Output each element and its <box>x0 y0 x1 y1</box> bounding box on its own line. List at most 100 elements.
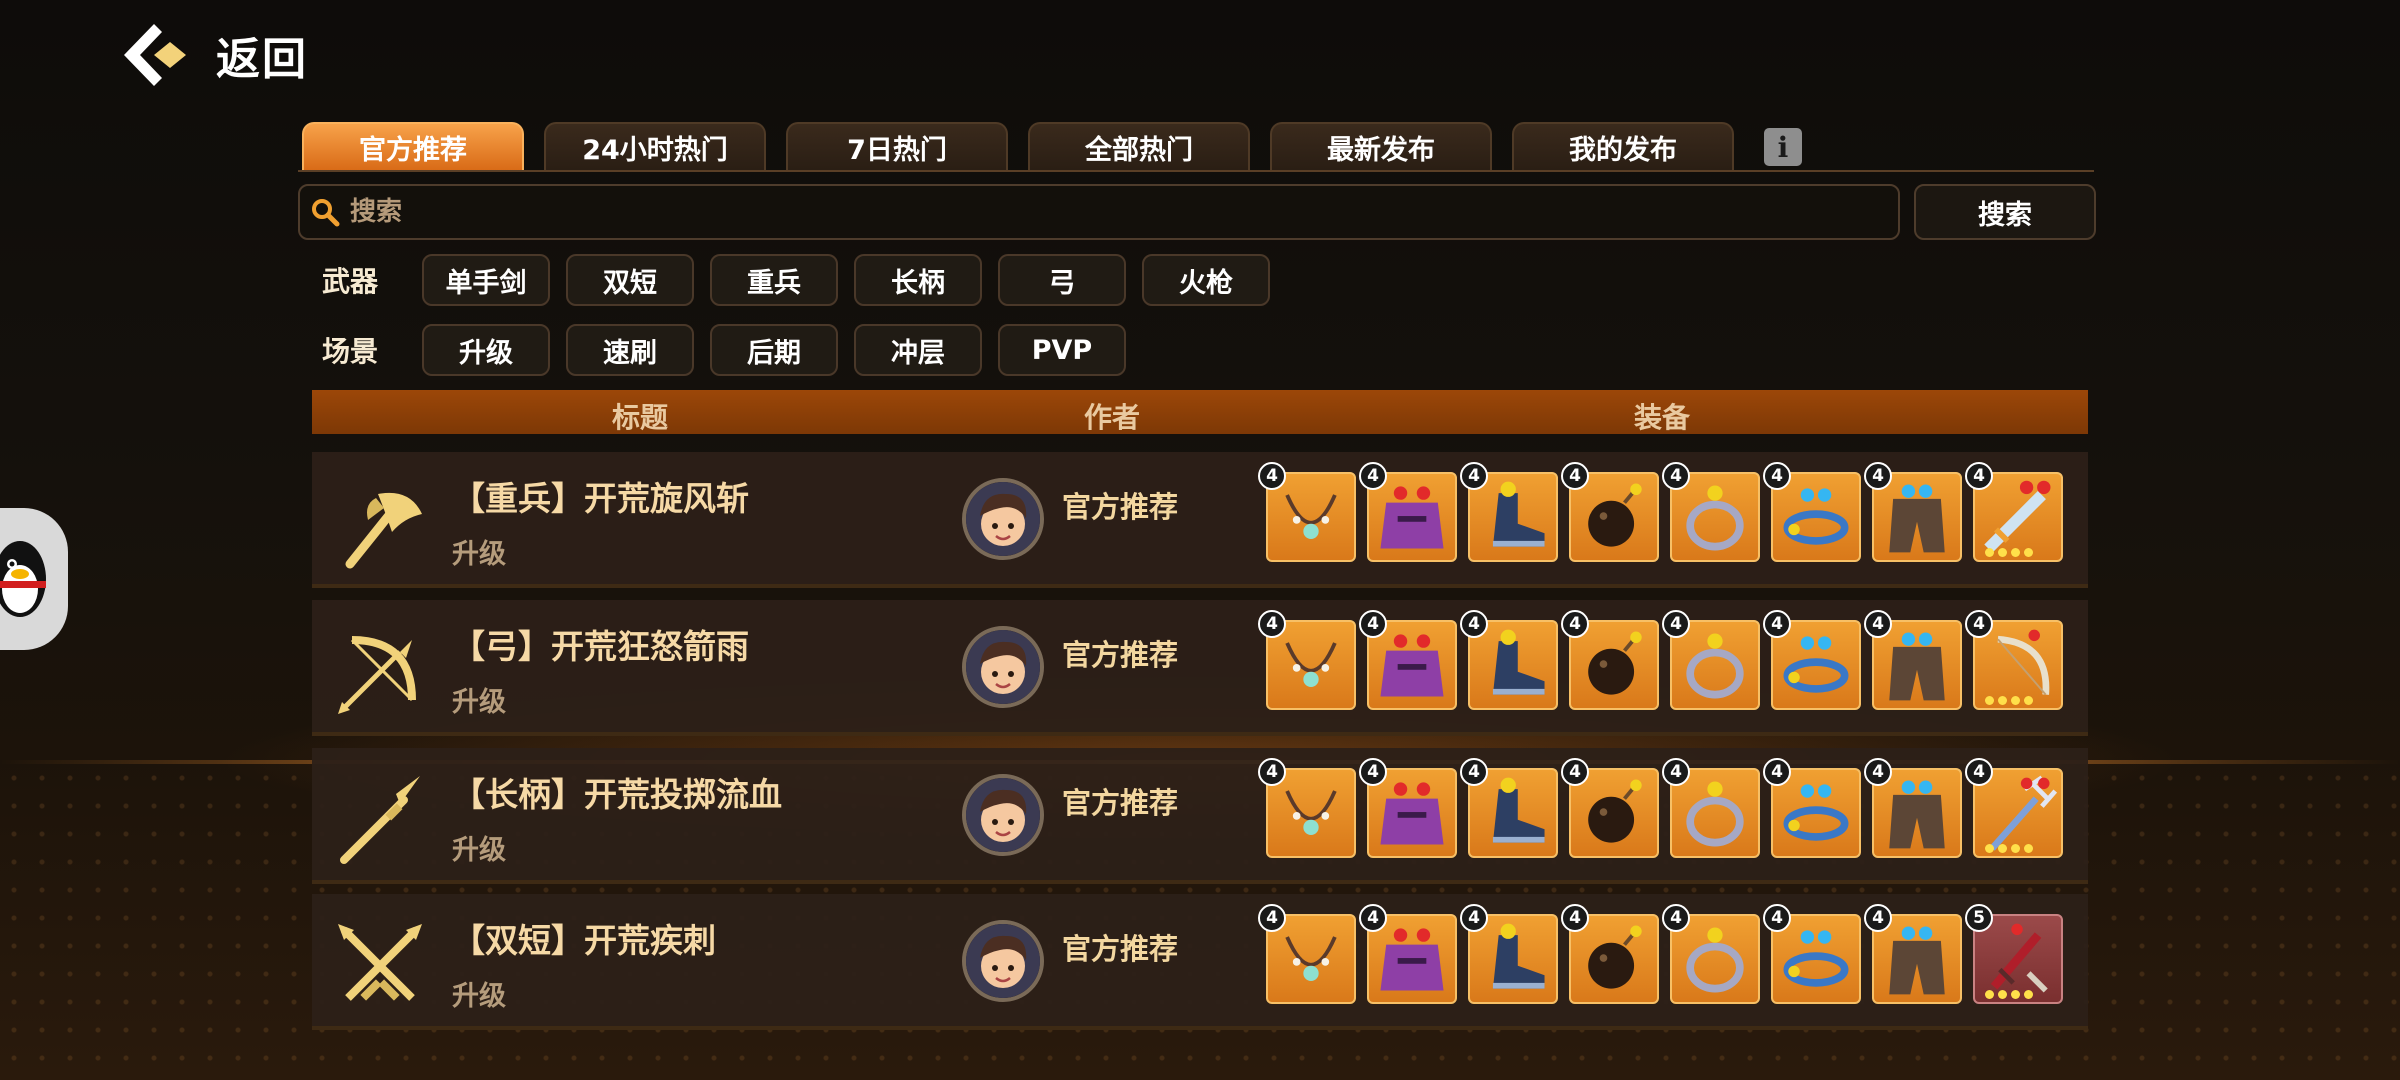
qq-float-button[interactable] <box>0 508 68 650</box>
cape-icon <box>1380 782 1444 845</box>
tab-all-hot[interactable]: 全部热门 <box>1028 122 1250 170</box>
equip-slot[interactable]: 4 <box>1258 610 1356 710</box>
build-tag: 升级 <box>452 981 506 1012</box>
weapon-filter-label: 武器 <box>322 265 379 298</box>
tab-latest[interactable]: 最新发布 <box>1270 122 1492 170</box>
equip-level-badge: 4 <box>1561 462 1589 490</box>
equip-slot[interactable]: 4 <box>1662 904 1760 1004</box>
boot-icon <box>1492 923 1545 989</box>
weapon-filter-one-hand-sword[interactable]: 单手剑 <box>422 254 550 306</box>
equip-slot[interactable]: 4 <box>1965 610 2063 710</box>
tab-my-posts[interactable]: 我的发布 <box>1512 122 1734 170</box>
bomb-icon <box>1588 631 1642 695</box>
equip-slot[interactable]: 4 <box>1561 904 1659 1004</box>
equip-slot[interactable]: 4 <box>1561 610 1659 710</box>
star-dots <box>1985 844 2037 853</box>
bow-icon <box>338 636 416 714</box>
equip-slot[interactable]: 5 <box>1965 904 2063 1004</box>
info-icon[interactable]: i <box>1764 128 1802 166</box>
equip-slot[interactable]: 4 <box>1864 462 1962 562</box>
equip-slot[interactable]: 4 <box>1561 758 1659 858</box>
tab-divider <box>298 170 2094 172</box>
equip-slot[interactable]: 4 <box>1258 904 1356 1004</box>
tab-official-recommend[interactable]: 官方推荐 <box>302 122 524 170</box>
build-title: 【重兵】开荒旋风斩 <box>452 479 749 518</box>
equip-level-badge: 4 <box>1662 610 1690 638</box>
equip-slot[interactable]: 4 <box>1763 904 1861 1004</box>
bracelet-icon <box>1783 636 1849 693</box>
equip-slot[interactable]: 4 <box>1763 758 1861 858</box>
header-equipment: 装备 <box>1634 401 1691 434</box>
bomb-icon <box>1588 483 1642 547</box>
necklace-icon <box>1285 936 1337 981</box>
tab-24h-hot[interactable]: 24小时热门 <box>544 122 766 170</box>
equip-slot[interactable]: 4 <box>1460 904 1558 1004</box>
build-row[interactable]: 【长柄】开荒投掷流血 升级 官方推荐 4 4 4 4 4 4 4 4 <box>312 748 2088 884</box>
equip-level-badge: 4 <box>1965 758 1993 786</box>
equip-slot[interactable]: 4 <box>1864 758 1962 858</box>
equip-slot[interactable]: 4 <box>1359 904 1457 1004</box>
equip-level-badge: 4 <box>1965 610 1993 638</box>
table-header: 标题 作者 装备 <box>312 390 2088 434</box>
build-row[interactable]: 【双短】开荒疾刺 升级 官方推荐 4 4 4 4 4 4 4 5 <box>312 894 2088 1030</box>
equip-level-badge: 4 <box>1460 758 1488 786</box>
pants-icon <box>1889 780 1945 849</box>
build-row[interactable]: 【弓】开荒狂怒箭雨 升级 官方推荐 4 4 4 4 4 4 4 4 <box>312 600 2088 736</box>
weapon-filter-dual-short[interactable]: 双短 <box>566 254 694 306</box>
build-row[interactable]: 【重兵】开荒旋风斩 升级 官方推荐 4 4 4 4 4 4 4 4 <box>312 452 2088 588</box>
equip-level-badge: 4 <box>1763 904 1791 932</box>
equip-slot[interactable]: 4 <box>1258 758 1356 858</box>
equip-level-badge: 4 <box>1662 904 1690 932</box>
tab-7day-hot[interactable]: 7日热门 <box>786 122 1008 170</box>
cape-icon <box>1380 928 1444 991</box>
scene-filter-levelup[interactable]: 升级 <box>422 324 550 376</box>
equip-slot[interactable]: 4 <box>1763 462 1861 562</box>
equip-level-badge: 4 <box>1965 462 1993 490</box>
equip-level-badge: 4 <box>1662 758 1690 786</box>
scene-filter-pvp[interactable]: PVP <box>998 324 1126 376</box>
ring-icon <box>1686 485 1744 551</box>
back-arrow-icon <box>124 24 186 86</box>
equip-slot[interactable]: 4 <box>1561 462 1659 562</box>
build-title: 【双短】开荒疾刺 <box>452 921 716 960</box>
weapon-filter-row: 武器 单手剑 双短 重兵 长柄 弓 火枪 <box>322 254 1286 306</box>
scene-filter-climb[interactable]: 冲层 <box>854 324 982 376</box>
weapon-filter-musket[interactable]: 火枪 <box>1142 254 1270 306</box>
build-tag: 升级 <box>452 687 506 718</box>
equip-level-badge: 4 <box>1662 462 1690 490</box>
equip-slot[interactable]: 4 <box>1359 610 1457 710</box>
search-box <box>298 184 1900 240</box>
axe-icon <box>345 492 422 569</box>
equip-slot[interactable]: 4 <box>1864 904 1962 1004</box>
weapon-filter-polearm[interactable]: 长柄 <box>854 254 982 306</box>
back-button[interactable]: 返回 <box>120 20 308 90</box>
weapon-filter-bow[interactable]: 弓 <box>998 254 1126 306</box>
scene-filter-lategame[interactable]: 后期 <box>710 324 838 376</box>
search-input[interactable] <box>348 196 1852 228</box>
equip-slot[interactable]: 4 <box>1662 610 1760 710</box>
equip-slot[interactable]: 4 <box>1965 462 2063 562</box>
weapon-filter-heavy[interactable]: 重兵 <box>710 254 838 306</box>
equip-slot[interactable]: 4 <box>1460 758 1558 858</box>
equip-slot[interactable]: 4 <box>1763 610 1861 710</box>
equip-slot[interactable]: 4 <box>1864 610 1962 710</box>
equip-slot[interactable]: 4 <box>1662 462 1760 562</box>
spear-icon <box>340 776 420 864</box>
pants-icon <box>1889 632 1945 701</box>
equip-slot[interactable]: 4 <box>1460 462 1558 562</box>
equip-slot[interactable]: 4 <box>1359 758 1457 858</box>
equip-slot[interactable]: 4 <box>1258 462 1356 562</box>
equipment-list: 4 4 4 4 4 4 <box>1258 904 2074 1004</box>
scene-filter-speedrun[interactable]: 速刷 <box>566 324 694 376</box>
bomb-icon <box>1588 779 1642 843</box>
equip-level-badge: 4 <box>1763 758 1791 786</box>
search-button[interactable]: 搜索 <box>1914 184 2096 240</box>
equip-slot[interactable]: 4 <box>1359 462 1457 562</box>
equipment-list: 4 4 4 4 4 4 <box>1258 758 2074 858</box>
equip-slot[interactable]: 4 <box>1460 610 1558 710</box>
equipment-list: 4 4 4 4 4 4 <box>1258 610 2074 710</box>
equip-slot[interactable]: 4 <box>1662 758 1760 858</box>
equip-slot[interactable]: 4 <box>1965 758 2063 858</box>
equip-level-badge: 4 <box>1359 462 1387 490</box>
ring-icon <box>1686 927 1744 993</box>
